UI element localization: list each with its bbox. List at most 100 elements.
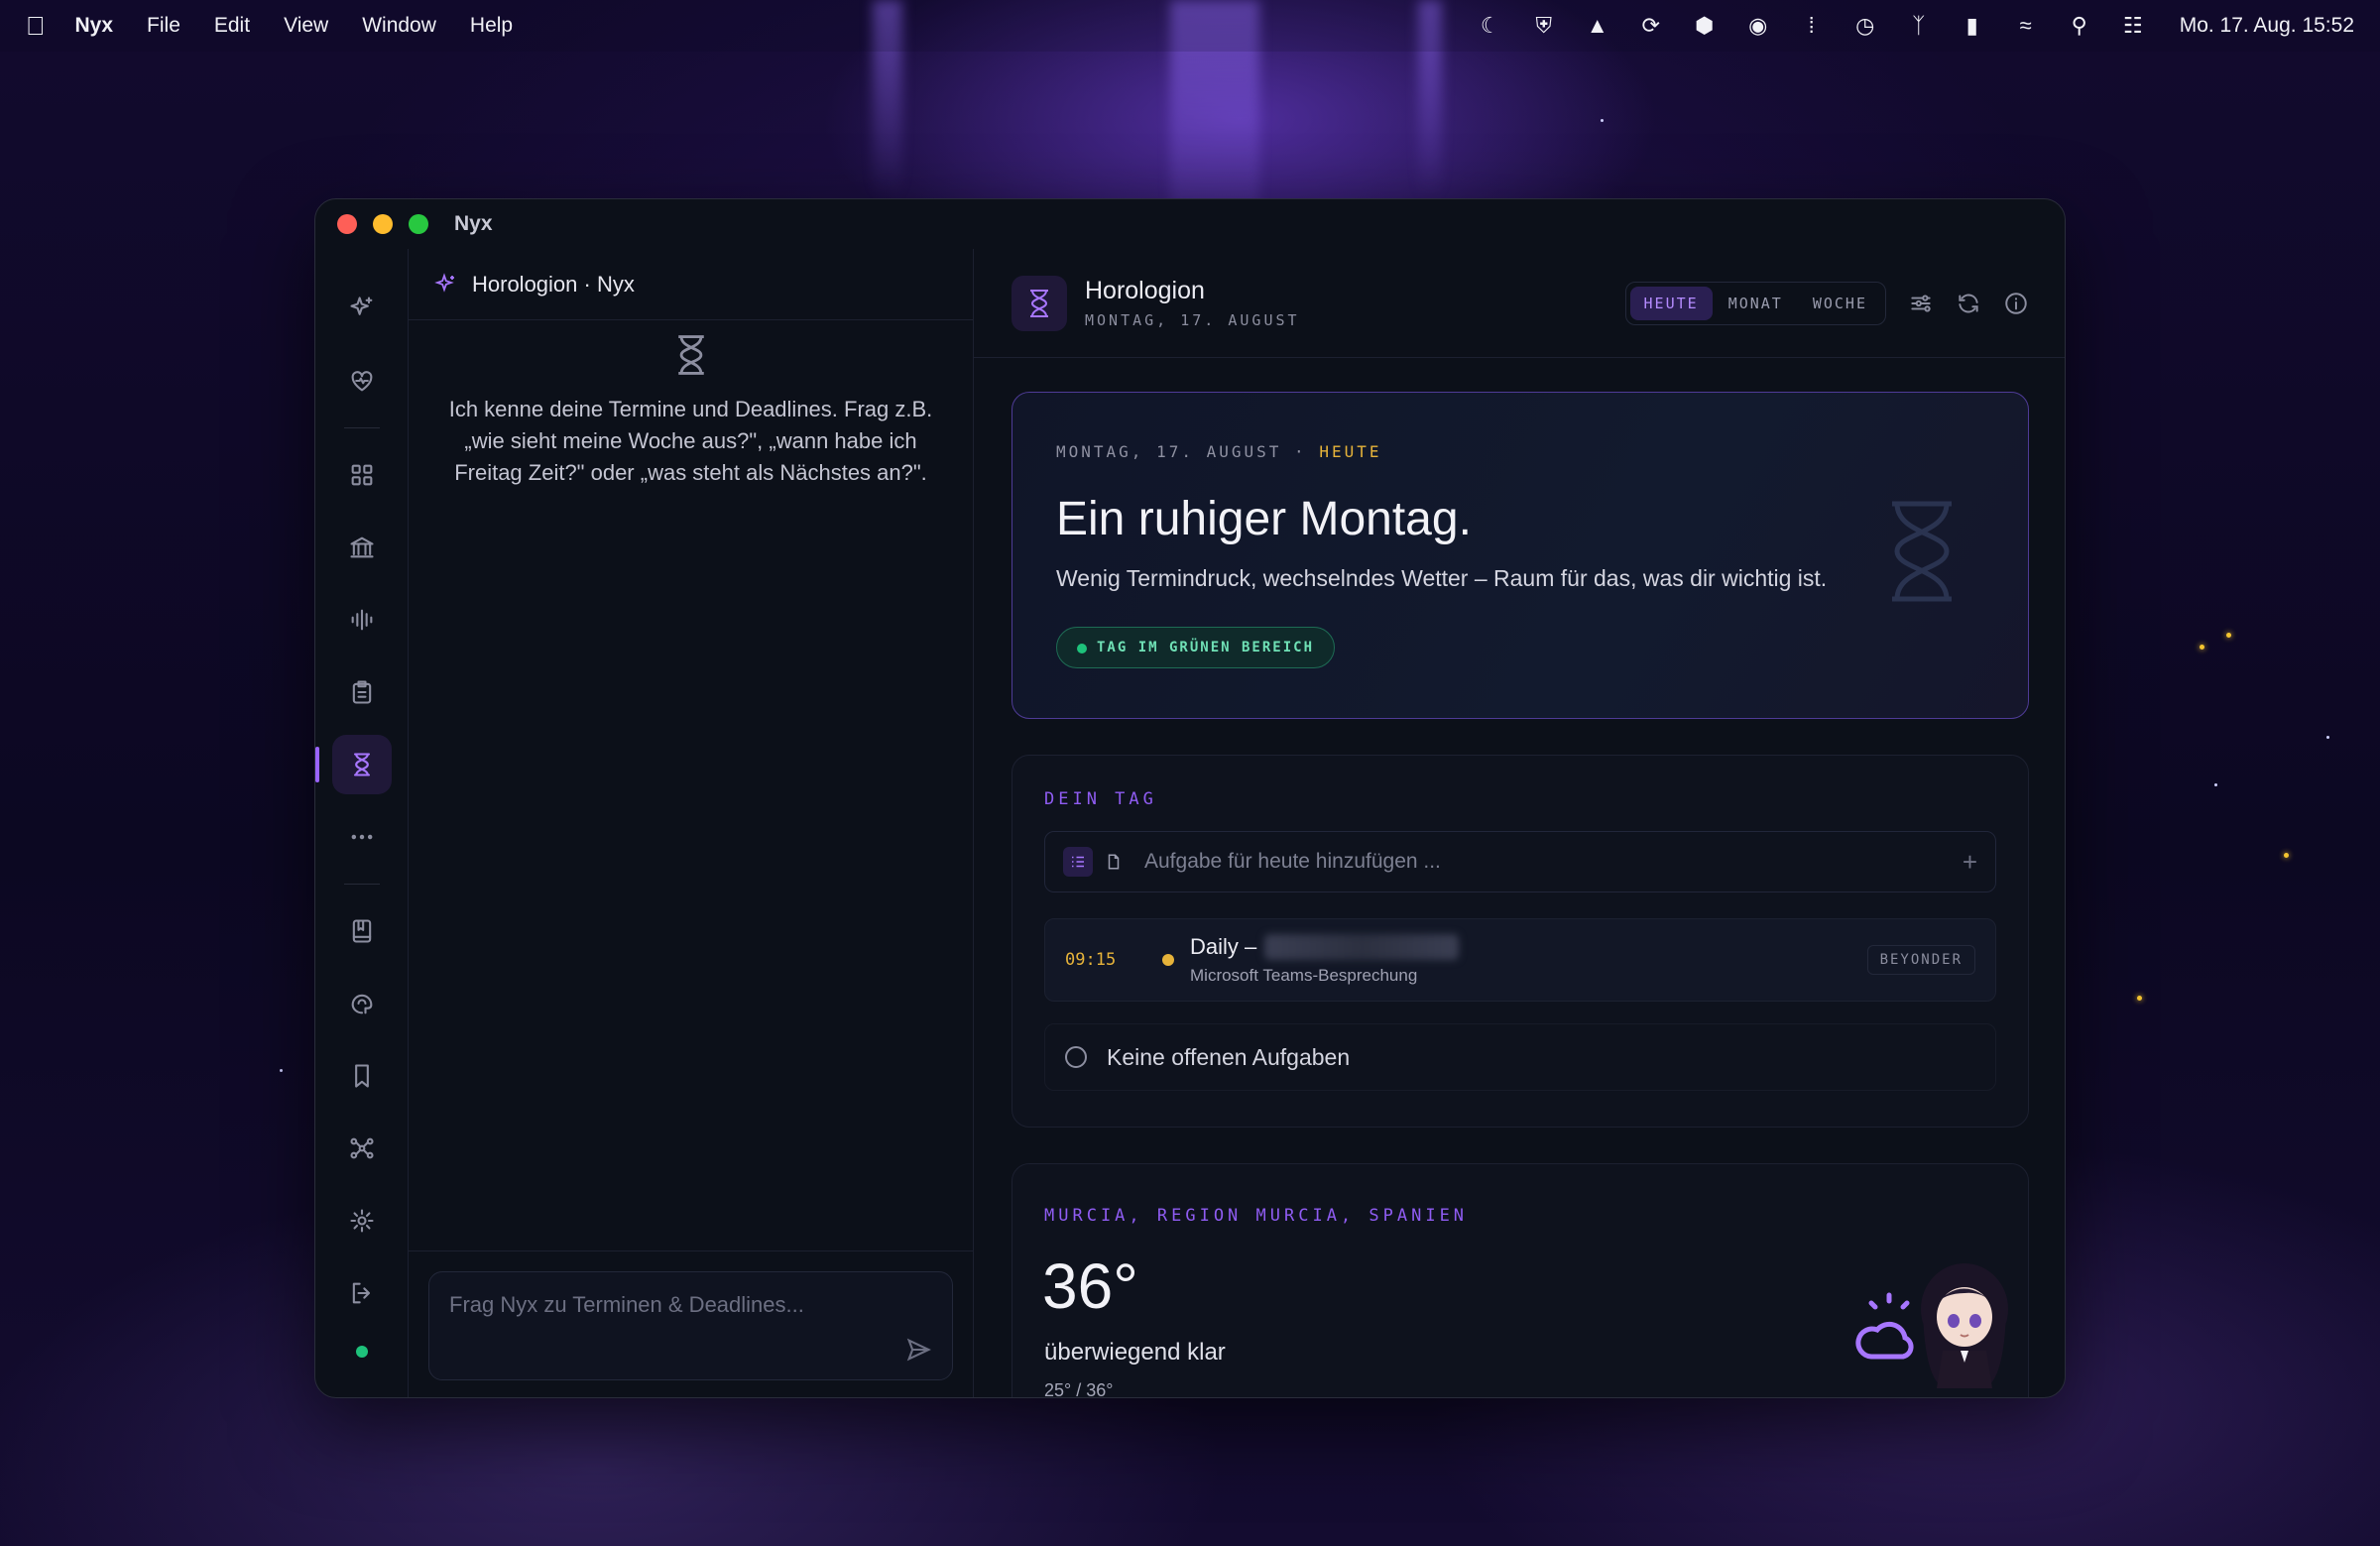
weather-temperature: 36°: [1042, 1250, 1138, 1322]
main-content: Horologion MONTAG, 17. AUGUST HEUTE MONA…: [974, 249, 2065, 1397]
hexagon-icon[interactable]: ⬢: [1692, 13, 1718, 39]
chat-empty-state: Ich kenne deine Termine und Deadlines. F…: [438, 333, 943, 489]
file-mode-icon[interactable]: [1099, 847, 1129, 877]
menu-file[interactable]: File: [147, 14, 180, 38]
grid-icon[interactable]: ⁞: [1799, 13, 1825, 39]
sidebar-item-logout[interactable]: [332, 1263, 392, 1323]
sidebar-item-health[interactable]: [332, 351, 392, 411]
star: [280, 1069, 283, 1072]
page-subtitle: MONTAG, 17. AUGUST: [1085, 311, 1300, 329]
sidebar-item-dashboard[interactable]: [332, 445, 392, 505]
hourglass-icon: [353, 753, 370, 776]
menu-window[interactable]: Window: [362, 14, 436, 38]
send-icon[interactable]: [904, 1336, 932, 1364]
list-icon: [1072, 856, 1084, 868]
hero-kicker: MONTAG, 17. AUGUST · HEUTE: [1056, 442, 1381, 461]
add-task-button[interactable]: +: [1963, 847, 1977, 878]
event-subtitle: Microsoft Teams-Besprechung: [1190, 966, 1418, 985]
info-icon[interactable]: [2003, 291, 2029, 316]
tab-monat[interactable]: MONAT: [1715, 287, 1797, 320]
shield-icon[interactable]: ⛨: [1531, 13, 1557, 39]
menubar-clock[interactable]: Mo. 17. Aug. 15:52: [2180, 14, 2354, 38]
tab-woche[interactable]: WOCHE: [1799, 287, 1881, 320]
event-title: Daily –: [1190, 934, 1257, 959]
chat-footer: Frag Nyx zu Terminen & Deadlines...: [409, 1250, 973, 1397]
sidebar-item-journal[interactable]: [332, 901, 392, 961]
drive-icon[interactable]: ▲: [1585, 13, 1610, 39]
your-day-card: DEIN TAG Aufgabe für heute hinzufügen ..…: [1012, 755, 2029, 1128]
moon-icon[interactable]: ☾: [1478, 13, 1503, 39]
password-icon[interactable]: ◉: [1745, 13, 1771, 39]
grid-icon: [351, 464, 372, 486]
hourglass-icon: [677, 335, 704, 375]
sidebar-item-brain[interactable]: [332, 974, 392, 1033]
menu-app-name[interactable]: Nyx: [75, 14, 114, 38]
chat-title: Horologion · Nyx: [472, 271, 635, 297]
hero-description: Wenig Termindruck, wechselndes Wetter – …: [1056, 565, 1828, 591]
sidebar-item-horologion[interactable]: [315, 735, 392, 794]
hourglass-icon: [1892, 501, 1952, 602]
chat-panel: Horologion · Nyx Ich kenne deine Termine…: [409, 249, 974, 1397]
sidebar-item-settings[interactable]: [332, 1191, 392, 1250]
event-calendar-tag: BEYONDER: [1866, 945, 1975, 975]
control-center-icon[interactable]: ☷: [2120, 13, 2146, 39]
event-time: 09:15: [1065, 950, 1117, 970]
add-task-placeholder: Aufgabe für heute hinzufügen ...: [1144, 850, 1441, 873]
menubar:  Nyx File Edit View Window Help ☾ ⛨ ▲ ⟳…: [0, 0, 2380, 52]
menu-edit[interactable]: Edit: [214, 14, 250, 38]
add-task-input[interactable]: Aufgabe für heute hinzufügen ... +: [1044, 831, 1996, 892]
hero-today-label: HEUTE: [1319, 442, 1382, 461]
clipboard-icon: [352, 680, 371, 704]
tab-heute[interactable]: HEUTE: [1629, 286, 1713, 320]
wifi-icon[interactable]: ≈: [2013, 13, 2039, 39]
book-icon: [352, 919, 371, 943]
sidebar-item-notes[interactable]: [332, 662, 392, 722]
bookmark-icon: [354, 1064, 369, 1088]
document-icon: [1108, 854, 1120, 870]
sidebar-item-assistant[interactable]: [332, 279, 392, 338]
sidebar-item-more[interactable]: [332, 807, 392, 867]
main-header: Horologion MONTAG, 17. AUGUST HEUTE MONA…: [974, 249, 2065, 358]
star: [2284, 853, 2289, 858]
zoom-window-button[interactable]: [409, 214, 428, 234]
sidebar-item-audio[interactable]: [332, 590, 392, 650]
bluetooth-icon[interactable]: ᛉ: [1906, 13, 1932, 39]
chat-header: Horologion · Nyx: [409, 249, 973, 320]
sidebar-item-bookmarks[interactable]: [332, 1046, 392, 1106]
chat-input[interactable]: Frag Nyx zu Terminen & Deadlines...: [428, 1271, 953, 1380]
event-item[interactable]: 09:15 Daily – Microsoft Teams-Besprechun…: [1044, 918, 1996, 1002]
weather-range: 25° / 36°: [1044, 1380, 1114, 1398]
bank-icon: [349, 536, 374, 558]
star: [2326, 736, 2329, 739]
waveform-icon: [351, 609, 372, 631]
app-window: Nyx Horologion · Nyx Ich kenne deine Ter…: [314, 198, 2066, 1398]
list-mode-icon[interactable]: [1063, 847, 1093, 877]
star: [1601, 119, 1604, 122]
sync-icon[interactable]: ⟳: [1638, 13, 1664, 39]
online-status-dot: [355, 1346, 368, 1358]
apple-icon[interactable]: : [26, 11, 46, 42]
sidebar-item-finance[interactable]: [332, 518, 392, 577]
window-title: Nyx: [454, 212, 493, 235]
time-machine-icon[interactable]: ◷: [1852, 13, 1878, 39]
star: [2214, 783, 2217, 786]
tasks-empty-text: Keine offenen Aufgaben: [1107, 1043, 1351, 1070]
menu-help[interactable]: Help: [470, 14, 513, 38]
hero-separator: ·: [1294, 442, 1307, 461]
sliders-icon[interactable]: [1908, 291, 1934, 316]
task-list-empty: Keine offenen Aufgaben: [1044, 1023, 1996, 1091]
section-label: DEIN TAG: [1044, 789, 1157, 809]
search-icon[interactable]: ⚲: [2067, 13, 2092, 39]
titlebar: Nyx: [315, 199, 2065, 249]
close-window-button[interactable]: [337, 214, 357, 234]
horologion-badge: [1012, 275, 1067, 331]
hero-headline: Ein ruhiger Montag.: [1056, 493, 1472, 545]
menu-view[interactable]: View: [284, 14, 328, 38]
battery-icon[interactable]: ▮: [1960, 13, 1985, 39]
sidebar-item-integrations[interactable]: [332, 1119, 392, 1178]
weather-location: MURCIA, REGION MURCIA, SPANIEN: [1044, 1206, 1469, 1226]
sparkle-icon: [434, 272, 454, 293]
task-checkbox[interactable]: [1065, 1046, 1087, 1068]
refresh-icon[interactable]: [1956, 291, 1981, 316]
minimize-window-button[interactable]: [373, 214, 393, 234]
